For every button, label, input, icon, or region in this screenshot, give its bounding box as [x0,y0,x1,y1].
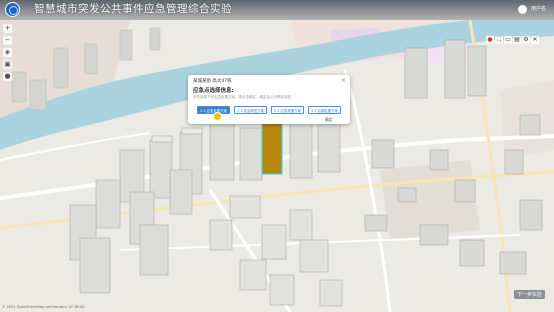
dialog-hint: 请先选择下列应急处置方案，再点击确定，确定后点击确定按钮 [193,95,291,99]
option-button-2[interactable]: 2.3 信息报送方案 [234,106,267,114]
map-attribution: © 2021 OpenStreetMap contributors, CC BY… [2,305,85,309]
user-name[interactable]: 用户名 [531,5,546,14]
option-button-3[interactable]: 2.4 应急救援方案 [271,106,304,114]
confirm-button[interactable]: 确定 [325,117,333,123]
top-bar: 智慧城市突发公共事件应急管理综合实验 用户名 [0,0,554,20]
record-icon[interactable]: ● [486,36,494,44]
settings-icon[interactable]: ⚙ [522,36,530,44]
pointer-cursor [213,112,222,121]
close-icon[interactable]: × [341,77,346,84]
right-toolbar: ● ⛶ ▭ ▤ ⚙ ✕ [486,36,539,45]
avatar[interactable] [518,5,527,14]
layers-icon[interactable]: ▤ [513,36,521,44]
close-icon[interactable]: ✕ [531,36,539,44]
next-step-button[interactable]: 下一步实验 [514,290,546,299]
app-logo [5,2,20,17]
city-3d-map[interactable] [0,0,554,312]
dialog-heading: 应急点选择信息: [193,88,234,94]
location-icon[interactable]: ● [3,72,12,81]
option-button-4[interactable]: 2.5 后期处置方案 [308,106,341,114]
page-title: 智慧城市突发公共事件应急管理综合实验 [34,3,232,15]
dialog-title: 某城某街 高大47栋 [193,79,232,84]
fullscreen-icon[interactable]: ⛶ [495,36,503,44]
map-canvas [0,0,554,312]
layer-icon[interactable]: ▣ [3,60,12,69]
left-toolbar: + − ◈ ▣ ● [3,24,12,84]
minus-icon[interactable]: − [3,36,12,45]
plus-icon[interactable]: + [3,24,12,33]
measure-icon[interactable]: ▭ [504,36,512,44]
compass-icon[interactable]: ◈ [3,48,12,57]
